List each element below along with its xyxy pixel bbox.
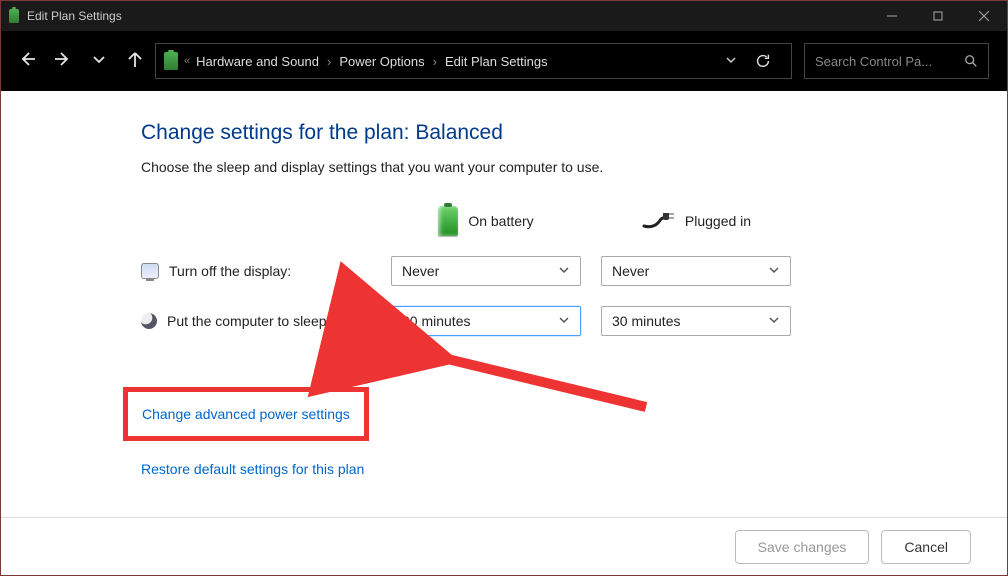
row-label-sleep: Put the computer to sleep: (167, 313, 330, 329)
battery-icon (164, 52, 178, 70)
column-header-plugged: Plugged in (685, 213, 751, 229)
save-button[interactable]: Save changes (735, 530, 870, 564)
content-area: Change settings for the plan: Balanced C… (1, 91, 1007, 517)
refresh-button[interactable] (743, 52, 783, 70)
chevron-down-icon[interactable] (725, 54, 737, 69)
select-value: 30 minutes (402, 313, 470, 329)
close-button[interactable] (961, 1, 1007, 31)
page-subtitle: Choose the sleep and display settings th… (141, 159, 1007, 175)
display-battery-select[interactable]: Never (391, 256, 581, 286)
breadcrumb-segment[interactable]: Power Options (339, 54, 424, 69)
display-plugged-select[interactable]: Never (601, 256, 791, 286)
chevron-down-icon (558, 313, 570, 329)
column-header-battery: On battery (468, 213, 533, 229)
chevron-down-icon (768, 263, 780, 279)
breadcrumb-segment[interactable]: Edit Plan Settings (445, 54, 548, 69)
titlebar: Edit Plan Settings (1, 1, 1007, 31)
recent-locations-button[interactable] (91, 51, 107, 72)
select-value: Never (402, 263, 439, 279)
breadcrumb[interactable]: « Hardware and Sound › Power Options › E… (155, 43, 792, 79)
chevron-down-icon (558, 263, 570, 279)
chevron-right-icon: › (431, 54, 439, 69)
advanced-settings-link[interactable]: Change advanced power settings (142, 402, 350, 426)
restore-defaults-link[interactable]: Restore default settings for this plan (141, 457, 1007, 481)
footer: Save changes Cancel (1, 517, 1007, 575)
maximize-button[interactable] (915, 1, 961, 31)
up-button[interactable] (127, 51, 143, 72)
select-value: 30 minutes (612, 313, 680, 329)
back-button[interactable] (19, 51, 35, 72)
forward-button[interactable] (55, 51, 71, 72)
plug-icon (641, 213, 675, 229)
search-input[interactable]: Search Control Pa... (804, 43, 989, 79)
cancel-button[interactable]: Cancel (881, 530, 971, 564)
chevron-down-icon (768, 313, 780, 329)
search-placeholder: Search Control Pa... (815, 54, 932, 69)
breadcrumb-segment[interactable]: Hardware and Sound (196, 54, 319, 69)
breadcrumb-overflow-icon: « (184, 55, 190, 67)
chevron-right-icon: › (325, 54, 333, 69)
annotation-highlight: Change advanced power settings (123, 387, 369, 441)
minimize-button[interactable] (869, 1, 915, 31)
battery-icon (438, 206, 458, 236)
window-title: Edit Plan Settings (27, 9, 122, 23)
select-value: Never (612, 263, 649, 279)
moon-icon (141, 313, 157, 329)
sleep-battery-select[interactable]: 30 minutes (391, 306, 581, 336)
sleep-plugged-select[interactable]: 30 minutes (601, 306, 791, 336)
row-label-display: Turn off the display: (169, 263, 291, 279)
search-icon (964, 54, 978, 68)
display-icon (141, 263, 159, 279)
nav-toolbar: « Hardware and Sound › Power Options › E… (1, 31, 1007, 91)
page-title: Change settings for the plan: Balanced (141, 121, 1007, 145)
app-icon (9, 9, 19, 23)
